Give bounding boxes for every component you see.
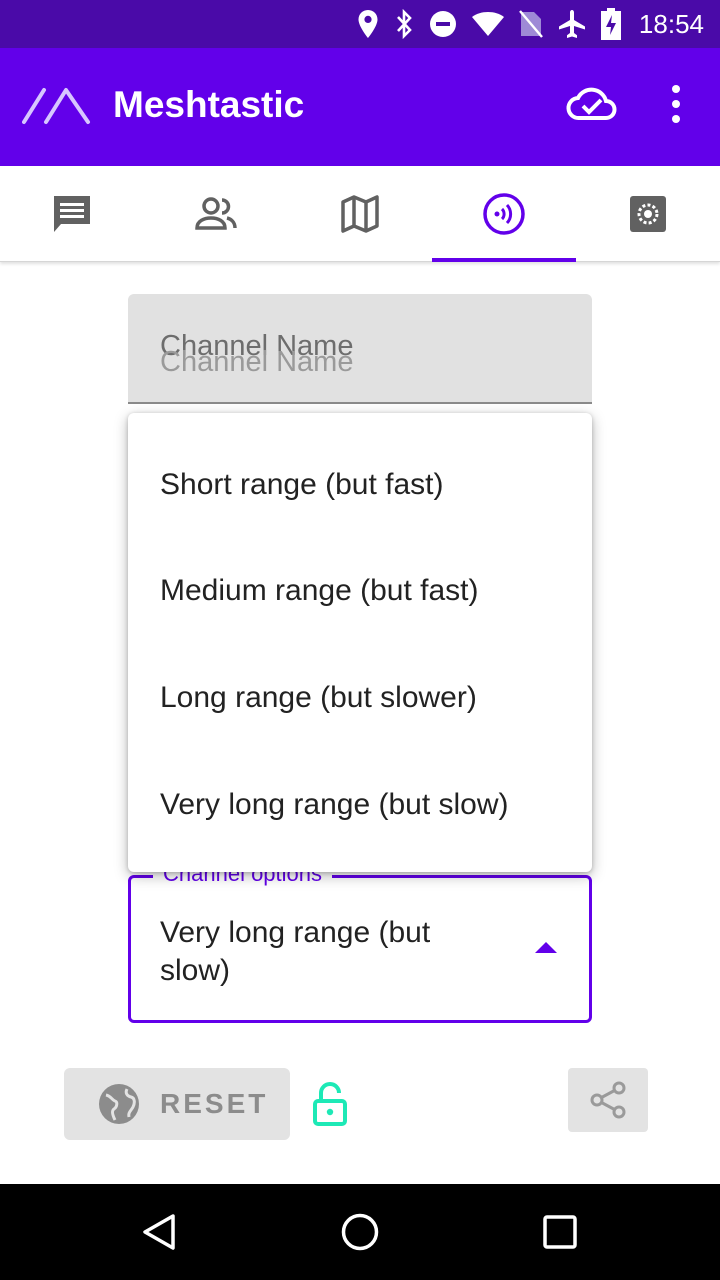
app-title: Meshtastic: [113, 84, 305, 125]
battery-charging-icon: [600, 8, 621, 40]
no-sim-icon: [519, 10, 543, 38]
back-icon: [143, 1214, 175, 1250]
nav-home-button[interactable]: [312, 1184, 408, 1280]
globe-icon: [99, 1084, 139, 1124]
cloud-check-icon[interactable]: [566, 84, 618, 124]
tab-users[interactable]: [144, 166, 288, 262]
status-time: 18:54: [638, 8, 704, 39]
lock-open-icon[interactable]: [312, 1082, 348, 1126]
more-vert-icon[interactable]: [662, 84, 690, 124]
share-icon: [590, 1081, 626, 1119]
users-icon: [195, 197, 237, 230]
recents-icon: [543, 1215, 577, 1249]
channel-radio-icon: [483, 193, 525, 235]
channel-name-field[interactable]: Channel Name Channel Name: [128, 294, 592, 404]
menu-item-short-range[interactable]: Short range (but fast): [160, 468, 443, 502]
meshtastic-logo: [22, 88, 90, 124]
tab-bar: [0, 166, 720, 262]
tab-map[interactable]: [288, 166, 432, 262]
menu-item-long-range[interactable]: Long range (but slower): [160, 681, 477, 715]
nav-back-button[interactable]: [112, 1184, 208, 1280]
channel-options-dropdown[interactable]: Channel options Very long range (but slo…: [128, 861, 592, 1023]
bluetooth-icon: [396, 9, 412, 39]
map-icon: [341, 195, 379, 233]
tab-settings[interactable]: [576, 166, 720, 262]
airplane-mode-icon: [558, 10, 585, 38]
tab-messages[interactable]: [0, 166, 144, 262]
share-button[interactable]: [568, 1068, 648, 1132]
status-bar: 18:54: [0, 0, 720, 48]
caret-up-icon: [535, 942, 557, 953]
messages-icon: [54, 196, 90, 232]
home-icon: [341, 1213, 379, 1251]
nav-recents-button[interactable]: [512, 1184, 608, 1280]
channel-options-menu: Short range (but fast) Medium range (but…: [128, 413, 592, 872]
settings-icon: [630, 196, 666, 232]
reset-label: RESET: [160, 1088, 269, 1119]
reset-button[interactable]: RESET: [64, 1068, 290, 1140]
wifi-icon: [471, 12, 504, 36]
channel-options-value: Very long range (but slow): [160, 916, 431, 987]
tab-channel[interactable]: [432, 166, 576, 262]
menu-item-very-long-range[interactable]: Very long range (but slow): [160, 788, 509, 822]
location-icon: [358, 10, 378, 38]
menu-item-medium-range[interactable]: Medium range (but fast): [160, 574, 478, 608]
do-not-disturb-icon: [429, 11, 456, 37]
status-icons: 18:54: [357, 0, 704, 48]
system-nav-bar: [0, 1184, 720, 1280]
channel-name-hint: Channel Name: [160, 346, 354, 378]
app-bar: Meshtastic: [0, 48, 720, 166]
